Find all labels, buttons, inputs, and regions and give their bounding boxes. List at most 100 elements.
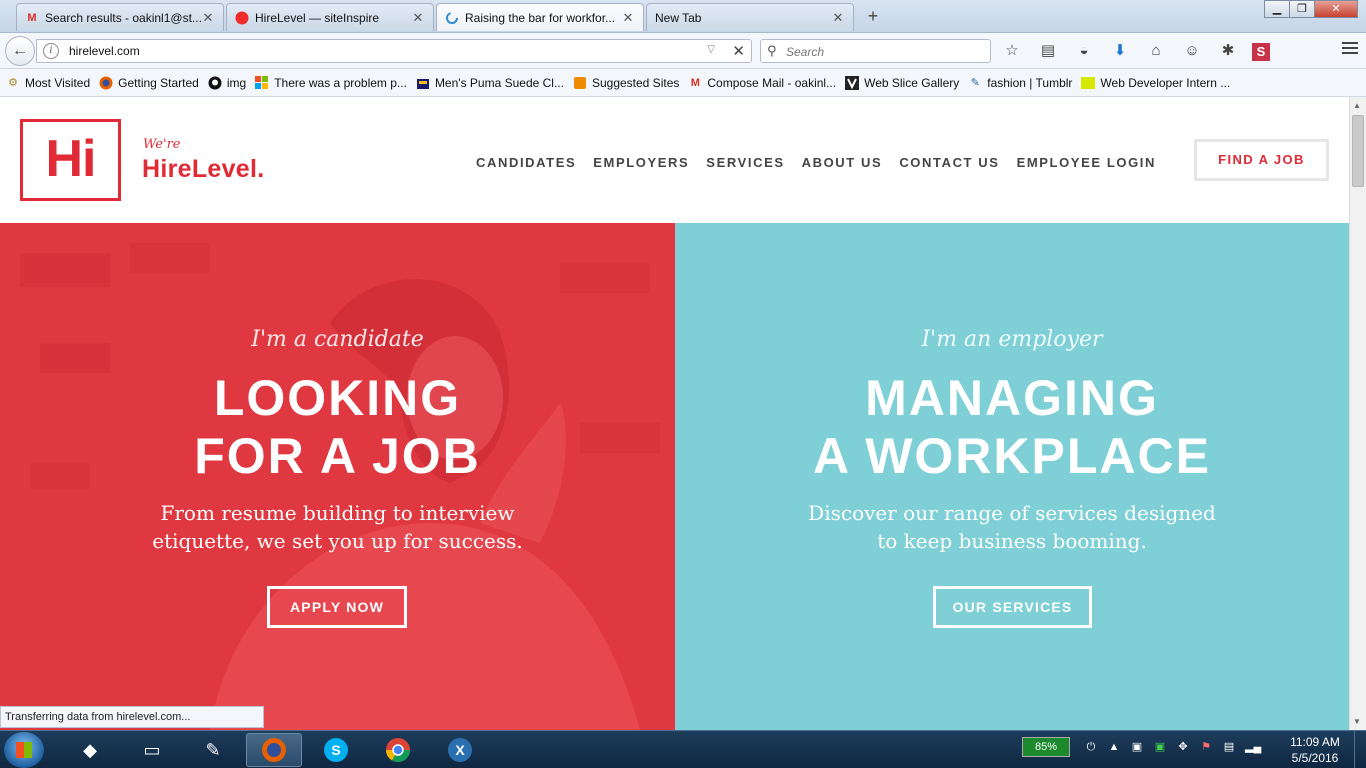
nav-about-us[interactable]: ABOUT US bbox=[802, 155, 883, 170]
bookmark-most-visited[interactable]: ⚙ Most Visited bbox=[6, 76, 90, 90]
gmail-icon: M bbox=[690, 76, 700, 89]
candidate-kicker: I'm a candidate bbox=[251, 327, 424, 352]
nav-employers[interactable]: EMPLOYERS bbox=[593, 155, 689, 170]
url-text[interactable]: hirelevel.com bbox=[69, 44, 140, 58]
logo-mark[interactable]: Hi bbox=[20, 119, 121, 201]
window-controls: ▁ ❐ ✕ bbox=[1264, 0, 1358, 18]
bookmark-puma[interactable]: Men's Puma Suede Cl... bbox=[416, 76, 564, 90]
battery-indicator[interactable]: 85% bbox=[1022, 737, 1070, 757]
search-input[interactable]: ⚲ Search bbox=[760, 39, 991, 63]
address-bar[interactable]: i hirelevel.com ▽ ✕ bbox=[36, 39, 752, 63]
suggested-icon bbox=[573, 76, 587, 90]
bookmark-label: Web Slice Gallery bbox=[864, 75, 960, 90]
pocket-icon[interactable]: ◒ bbox=[1072, 40, 1096, 62]
status-bar: Transferring data from hirelevel.com... bbox=[0, 706, 264, 728]
file-explorer-icon[interactable]: ▭ bbox=[124, 733, 180, 767]
employer-panel: I'm an employer MANAGING A WORKPLACE Dis… bbox=[675, 223, 1349, 730]
employer-headline: MANAGING A WORKPLACE bbox=[675, 369, 1349, 485]
bookmark-label: fashion | Tumblr bbox=[987, 75, 1073, 90]
back-arrow-icon[interactable]: ← bbox=[5, 36, 35, 66]
bookmark-star-icon[interactable]: ☆ bbox=[1000, 40, 1024, 62]
nav-employee-login[interactable]: EMPLOYEE LOGIN bbox=[1017, 155, 1156, 170]
display-icon[interactable]: ▤ bbox=[1222, 740, 1236, 754]
skype-icon[interactable]: S bbox=[308, 733, 364, 767]
stop-icon[interactable]: ✕ bbox=[732, 42, 745, 60]
clock[interactable]: 11:09 AM 5/5/2016 bbox=[1282, 734, 1348, 766]
logo-wordmark[interactable]: HireLevel. bbox=[142, 155, 265, 184]
tab-gmail-search[interactable]: M Search results - oakinl1@st... ✕ bbox=[16, 3, 224, 31]
site-header: Hi We're HireLevel. CANDIDATES EMPLOYERS… bbox=[0, 97, 1349, 223]
reading-list-icon[interactable]: ▤ bbox=[1036, 40, 1060, 62]
firefox-icon bbox=[99, 76, 113, 90]
virtualbox-icon[interactable]: ◆ bbox=[62, 733, 118, 767]
bookmark-compose-mail[interactable]: M Compose Mail - oakinl... bbox=[688, 76, 836, 90]
tumblr-icon: ✎ bbox=[970, 76, 980, 89]
find-job-button[interactable]: FIND A JOB bbox=[1194, 139, 1329, 181]
scrollbar-thumb[interactable] bbox=[1352, 115, 1364, 187]
maximize-icon[interactable]: ❐ bbox=[1289, 0, 1315, 18]
bookmark-img[interactable]: img bbox=[208, 76, 246, 90]
info-icon[interactable]: i bbox=[43, 43, 59, 59]
employer-kicker: I'm an employer bbox=[921, 327, 1103, 352]
siteinspire-icon bbox=[235, 11, 249, 25]
bookmark-label: Web Developer Intern ... bbox=[1100, 75, 1231, 90]
download-icon[interactable]: ⬇ bbox=[1108, 40, 1132, 62]
bookmark-suggested-sites[interactable]: Suggested Sites bbox=[573, 76, 679, 90]
apply-now-button[interactable]: APPLY NOW bbox=[267, 586, 407, 628]
window-close-icon[interactable]: ✕ bbox=[1314, 0, 1358, 18]
bookmark-tumblr[interactable]: ✎ fashion | Tumblr bbox=[968, 75, 1073, 90]
nav-services[interactable]: SERVICES bbox=[706, 155, 784, 170]
bookmark-problem-page[interactable]: There was a problem p... bbox=[255, 75, 407, 90]
search-placeholder: Search bbox=[786, 45, 825, 59]
power-plug-icon[interactable]: ⏻ bbox=[1084, 740, 1098, 754]
clock-date: 5/5/2016 bbox=[1291, 751, 1339, 765]
show-desktop-button[interactable] bbox=[1354, 731, 1366, 768]
nav-contact-us[interactable]: CONTACT US bbox=[899, 155, 999, 170]
close-tab-icon[interactable]: ✕ bbox=[201, 10, 215, 26]
loading-spinner-icon bbox=[445, 11, 459, 25]
tab-new[interactable]: New Tab ✕ bbox=[646, 3, 854, 31]
close-tab-icon[interactable]: ✕ bbox=[621, 10, 635, 26]
tray-app-icon[interactable]: ▣ bbox=[1130, 740, 1144, 754]
action-center-icon[interactable]: ⚑ bbox=[1199, 740, 1213, 754]
notepad-icon[interactable]: ✎ bbox=[185, 733, 241, 767]
home-icon[interactable]: ⌂ bbox=[1144, 40, 1168, 62]
chrome-icon[interactable] bbox=[370, 733, 426, 767]
tab-siteinspire[interactable]: HireLevel — siteInspire ✕ bbox=[226, 3, 434, 31]
page-scrollbar[interactable]: ▲ ▼ bbox=[1349, 97, 1366, 730]
tray-green-app-icon[interactable]: ▣ bbox=[1153, 740, 1167, 754]
tab-hirelevel[interactable]: Raising the bar for workfor... ✕ bbox=[436, 3, 644, 31]
windows-logo-icon bbox=[16, 742, 32, 758]
svg-text:X: X bbox=[455, 742, 465, 758]
show-hidden-icons-icon[interactable]: ▲ bbox=[1107, 740, 1121, 754]
bookmark-web-dev-intern[interactable]: Web Developer Intern ... bbox=[1081, 76, 1230, 90]
main-nav: CANDIDATES EMPLOYERS SERVICES ABOUT US C… bbox=[476, 155, 1173, 170]
nav-candidates[interactable]: CANDIDATES bbox=[476, 155, 576, 170]
network-signal-icon[interactable]: ▂▄ bbox=[1245, 740, 1261, 754]
extension-icon[interactable]: ✱ bbox=[1216, 40, 1240, 62]
bookmark-getting-started[interactable]: Getting Started bbox=[99, 76, 199, 90]
headline-line-2: FOR A JOB bbox=[194, 428, 481, 484]
minimize-icon[interactable]: ▁ bbox=[1264, 0, 1290, 18]
xmind-icon[interactable]: X bbox=[432, 733, 488, 767]
description-line-1: From resume building to interview bbox=[160, 501, 515, 525]
system-tray: 85% ⏻ ▲ ▣ ▣ ✥ ⚑ ▤ ▂▄ bbox=[1022, 737, 1268, 757]
new-tab-icon[interactable]: + bbox=[862, 5, 884, 27]
firefox-icon[interactable] bbox=[246, 733, 302, 767]
close-tab-icon[interactable]: ✕ bbox=[411, 10, 425, 26]
description-line-2: to keep business booming. bbox=[877, 529, 1147, 553]
hamburger-menu-icon[interactable] bbox=[1342, 42, 1358, 56]
dropbox-icon[interactable]: ✥ bbox=[1176, 740, 1190, 754]
start-button[interactable] bbox=[4, 732, 44, 768]
bookmark-web-slice[interactable]: Web Slice Gallery bbox=[845, 75, 960, 90]
bookmark-label: There was a problem p... bbox=[274, 75, 407, 90]
our-services-button[interactable]: OUR SERVICES bbox=[933, 586, 1092, 628]
history-dropdown-icon[interactable]: ▽ bbox=[707, 44, 715, 55]
hello-chat-icon[interactable]: ☺ bbox=[1180, 40, 1204, 62]
scroll-down-icon[interactable]: ▼ bbox=[1353, 717, 1361, 726]
tab-strip: M Search results - oakinl1@st... ✕ HireL… bbox=[0, 0, 1366, 33]
bookmark-label: Compose Mail - oakinl... bbox=[707, 75, 837, 90]
scroll-up-icon[interactable]: ▲ bbox=[1353, 101, 1361, 110]
close-tab-icon[interactable]: ✕ bbox=[831, 10, 845, 26]
extension-s-icon[interactable]: S bbox=[1252, 43, 1270, 61]
